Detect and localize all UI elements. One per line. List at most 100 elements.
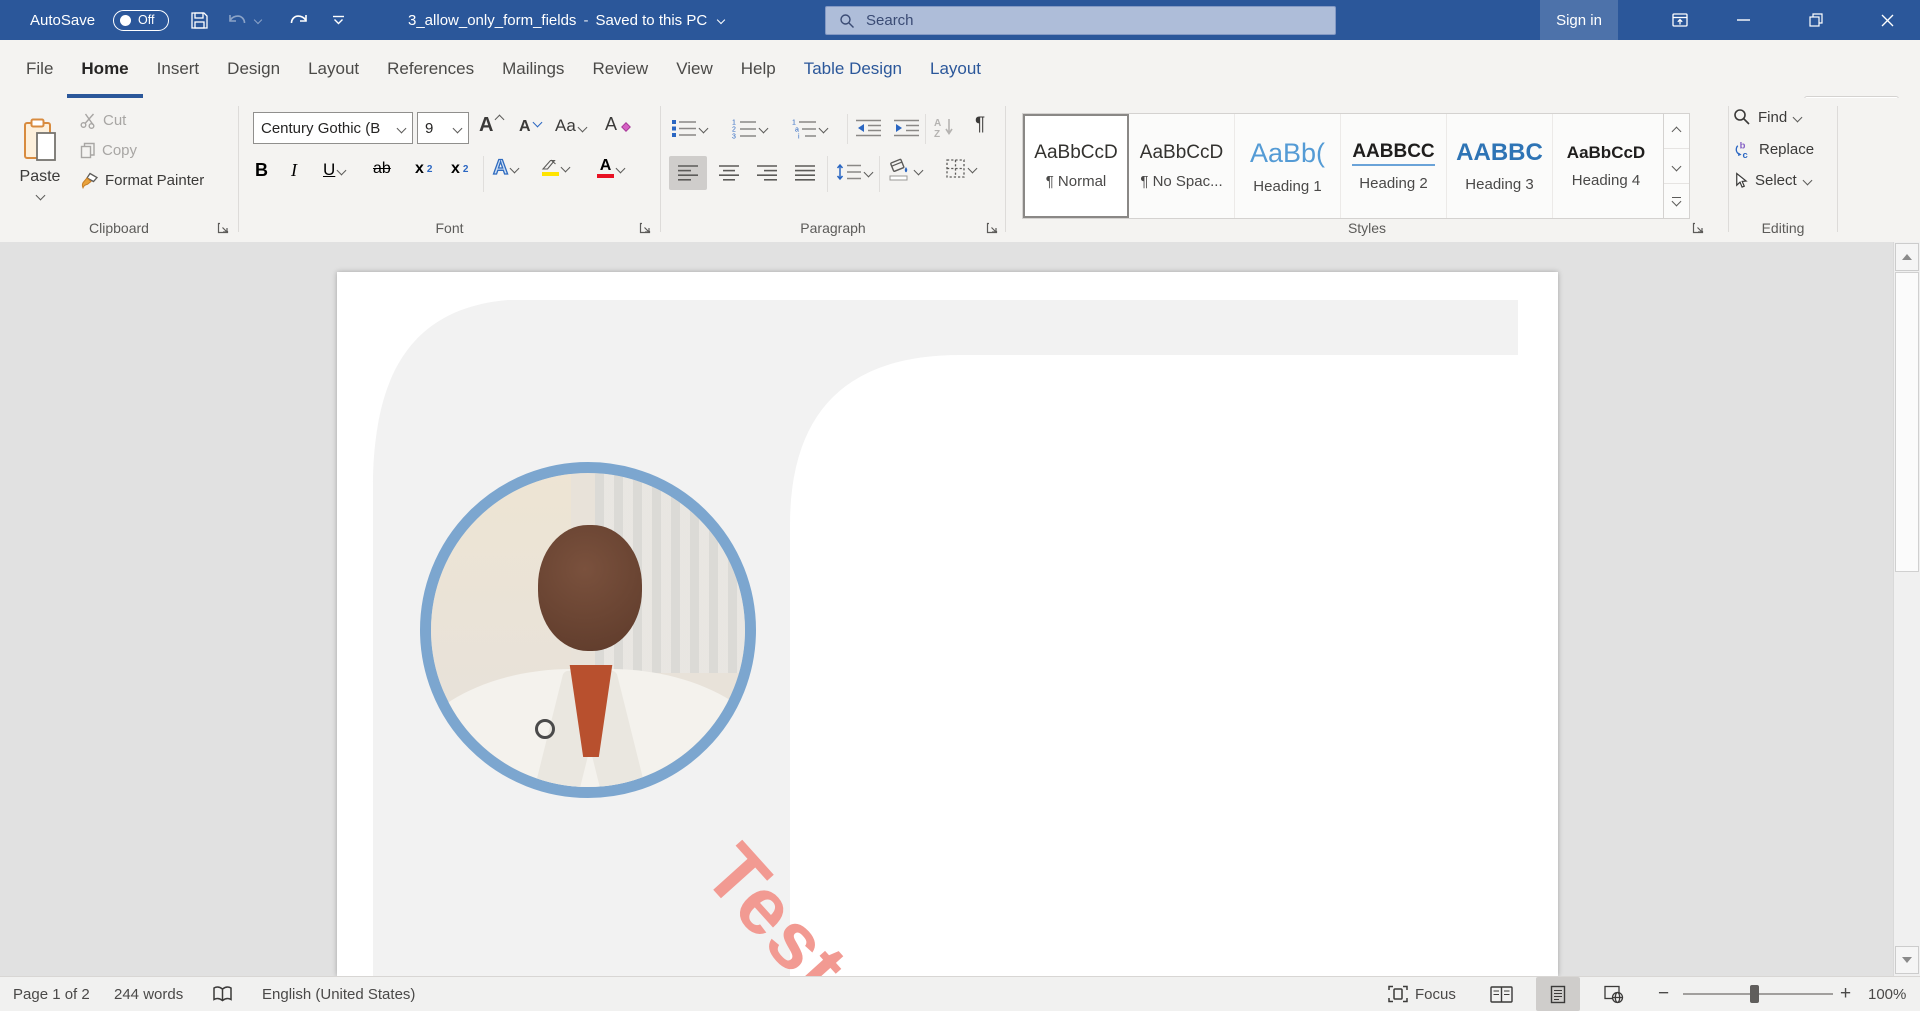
underline-button[interactable]: U (323, 160, 345, 180)
scroll-up-button[interactable] (1895, 243, 1919, 271)
select-button[interactable]: Select (1733, 172, 1811, 189)
zoom-level[interactable]: 100% (1868, 977, 1906, 1011)
format-painter-button[interactable]: Format Painter (80, 172, 204, 189)
paste-button[interactable]: Paste (12, 106, 68, 210)
tab-file[interactable]: File (12, 40, 67, 98)
ribbon-display-options-button[interactable] (1656, 0, 1703, 40)
font-name-select[interactable]: Century Gothic (B (253, 112, 413, 144)
zoom-in-button[interactable]: + (1840, 977, 1851, 1011)
minimize-button[interactable] (1720, 0, 1767, 40)
justify-button[interactable] (787, 156, 823, 190)
align-left-button[interactable] (669, 156, 707, 190)
redo-button[interactable] (288, 0, 310, 40)
find-button[interactable]: Find (1733, 108, 1801, 126)
bold-button[interactable]: B (255, 160, 268, 181)
style-no-spacing[interactable]: AaBbCcD ¶ No Spac... (1129, 114, 1235, 218)
vertical-scrollbar[interactable] (1893, 242, 1920, 976)
tab-review[interactable]: Review (578, 40, 662, 98)
web-layout-button[interactable] (1604, 977, 1624, 1011)
search-input[interactable]: Search (825, 6, 1336, 35)
save-button[interactable] (190, 0, 209, 40)
cut-button[interactable]: Cut (80, 112, 126, 129)
style-heading-1[interactable]: AaBb( Heading 1 (1235, 114, 1341, 218)
editing-group: Find bc Replace Select Editing (1729, 98, 1837, 241)
customize-quick-access-button[interactable] (332, 0, 345, 40)
zoom-slider-handle[interactable] (1750, 985, 1759, 1003)
find-label: Find (1758, 109, 1787, 126)
word-count[interactable]: 244 words (114, 977, 183, 1011)
doctor-photo[interactable] (420, 462, 756, 798)
shading-button[interactable] (887, 158, 922, 182)
shrink-font-button[interactable]: A (519, 118, 541, 136)
text-highlight-button[interactable] (541, 158, 569, 176)
styles-more-button[interactable] (1664, 184, 1689, 218)
styles-dialog-launcher[interactable] (1692, 221, 1705, 234)
font-size-select[interactable]: 9 (417, 112, 469, 144)
style-heading-4[interactable]: AaBbCcD Heading 4 (1553, 114, 1659, 218)
shrink-caret-icon (532, 118, 542, 128)
clear-formatting-button[interactable]: A (605, 114, 632, 135)
decrease-indent-button[interactable] (855, 118, 882, 138)
style-heading-3[interactable]: AABBC Heading 3 (1447, 114, 1553, 218)
replace-label: Replace (1759, 141, 1814, 158)
align-center-button[interactable] (711, 156, 747, 190)
paste-chevron-icon (35, 190, 45, 200)
italic-button[interactable]: I (291, 160, 297, 181)
tab-layout[interactable]: Layout (294, 40, 373, 98)
close-button[interactable] (1864, 0, 1911, 40)
superscript-button[interactable]: x2 (451, 160, 468, 178)
styles-scroll-down-button[interactable] (1664, 149, 1689, 184)
scrollbar-thumb[interactable] (1895, 272, 1919, 572)
numbering-button[interactable]: 123 (731, 118, 767, 139)
copy-button[interactable]: Copy (80, 142, 137, 159)
paragraph-dialog-launcher[interactable] (986, 221, 999, 234)
sort-button[interactable]: AZ (933, 116, 956, 138)
line-spacing-button[interactable] (835, 162, 872, 182)
show-hide-marks-button[interactable]: ¶ (975, 114, 985, 136)
scroll-down-button[interactable] (1895, 946, 1919, 974)
increase-indent-button[interactable] (893, 118, 920, 138)
svg-text:i: i (798, 134, 800, 140)
styles-scroll-up-button[interactable] (1664, 114, 1689, 149)
tab-view[interactable]: View (662, 40, 727, 98)
tab-home[interactable]: Home (67, 40, 142, 98)
tab-layout-contextual[interactable]: Layout (916, 40, 995, 98)
bullets-button[interactable] (671, 118, 707, 138)
strikethrough-button[interactable]: ab (373, 160, 391, 178)
page-indicator[interactable]: Page 1 of 2 (13, 977, 90, 1011)
undo-icon (226, 11, 248, 29)
document-page[interactable]: Test (337, 272, 1558, 976)
font-color-button[interactable]: A (597, 158, 624, 178)
tab-help[interactable]: Help (727, 40, 790, 98)
clipboard-dialog-launcher[interactable] (217, 221, 230, 234)
tab-table-design[interactable]: Table Design (790, 40, 916, 98)
grow-font-button[interactable]: A (479, 114, 503, 137)
tab-mailings[interactable]: Mailings (488, 40, 578, 98)
tab-design[interactable]: Design (213, 40, 294, 98)
style-heading-2[interactable]: AABBCC Heading 2 (1341, 114, 1447, 218)
change-case-button[interactable]: Aa (555, 116, 586, 136)
undo-button[interactable] (226, 0, 261, 40)
print-layout-button[interactable] (1536, 977, 1580, 1011)
replace-button[interactable]: bc Replace (1733, 140, 1814, 159)
style-normal[interactable]: AaBbCcD ¶ Normal (1023, 114, 1129, 218)
read-mode-button[interactable] (1490, 977, 1513, 1011)
text-effects-button[interactable]: A (493, 156, 518, 180)
triangle-up-icon (1902, 254, 1912, 260)
restore-button[interactable] (1792, 0, 1839, 40)
tab-references[interactable]: References (373, 40, 488, 98)
language-indicator[interactable]: English (United States) (262, 977, 415, 1011)
autosave-toggle[interactable]: Off (113, 0, 169, 40)
zoom-out-button[interactable]: − (1658, 977, 1669, 1011)
align-right-button[interactable] (749, 156, 785, 190)
font-dialog-launcher[interactable] (639, 221, 652, 234)
document-title-dropdown[interactable]: 3_allow_only_form_fields - Saved to this… (408, 0, 724, 40)
sign-in-button[interactable]: Sign in (1540, 0, 1618, 40)
align-right-icon (756, 164, 778, 182)
tab-insert[interactable]: Insert (143, 40, 214, 98)
borders-button[interactable] (945, 158, 976, 179)
multilevel-list-button[interactable]: 1ai (791, 118, 827, 139)
focus-mode-button[interactable]: Focus (1388, 977, 1456, 1011)
proofing-status-button[interactable] (212, 977, 233, 1011)
subscript-button[interactable]: x2 (415, 160, 432, 178)
